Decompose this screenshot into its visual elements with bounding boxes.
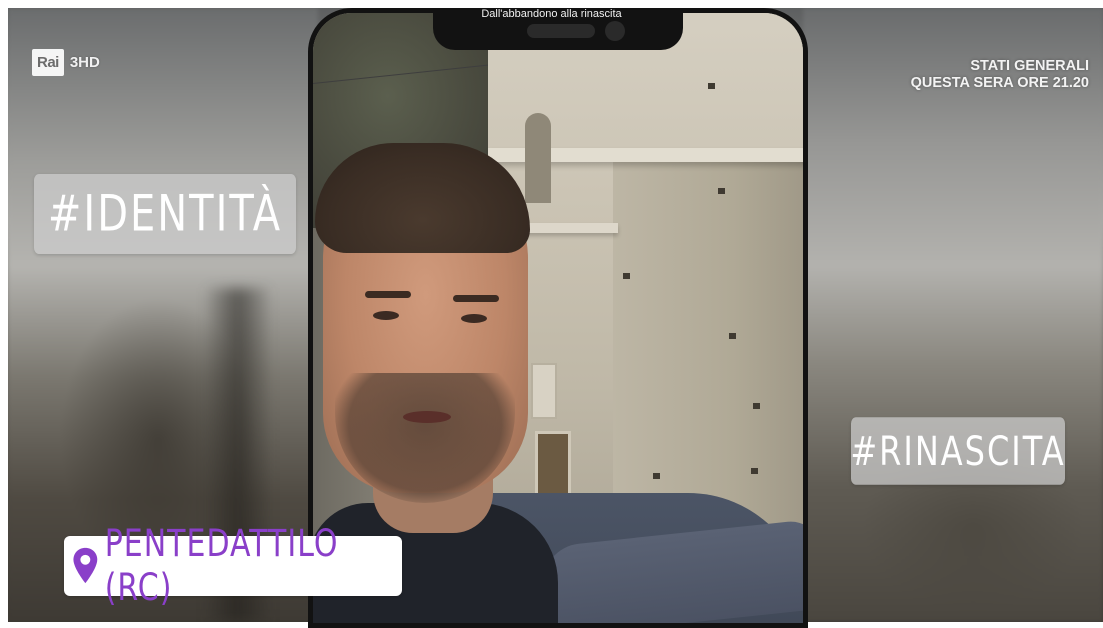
rai-logo: Rai [32, 48, 64, 76]
promo-line-2: QUESTA SERA ORE 21.20 [910, 75, 1089, 91]
front-camera-icon [605, 21, 625, 41]
program-promo: STATI GENERALI QUESTA SERA ORE 21.20 [911, 58, 1089, 92]
person-mouth [403, 411, 451, 423]
wall-hole [623, 273, 630, 279]
person-eye [461, 314, 487, 323]
speaker-grille [527, 24, 595, 38]
location-sticker: PENTEDATTILO (RC) [64, 522, 402, 610]
blurred-background-right [803, 8, 1103, 622]
wall-hole [653, 473, 660, 479]
hashtag-identita-sticker: #IDENTITÀ [34, 174, 296, 254]
channel-suffix: 3HD [69, 53, 100, 71]
person-eye [373, 311, 399, 320]
church-window [525, 113, 551, 203]
church-plaque [531, 363, 557, 419]
hashtag-rinascita-sticker: #RINASCITA [850, 417, 1065, 485]
promo-line-1: STATI GENERALI [970, 58, 1089, 74]
person-eyebrow [365, 291, 411, 298]
wall-hole [718, 188, 725, 194]
person-eyebrow [453, 295, 499, 302]
channel-logo: Rai 3HD [32, 48, 100, 76]
program-title: Dall'abbandono alla rinascita [481, 8, 622, 20]
wall-hole [708, 83, 715, 89]
location-pin-icon [73, 547, 98, 584]
wall-hole [729, 333, 736, 339]
wall-hole [751, 468, 758, 474]
location-label: PENTEDATTILO (RC) [104, 522, 339, 610]
wall-hole [753, 403, 760, 409]
